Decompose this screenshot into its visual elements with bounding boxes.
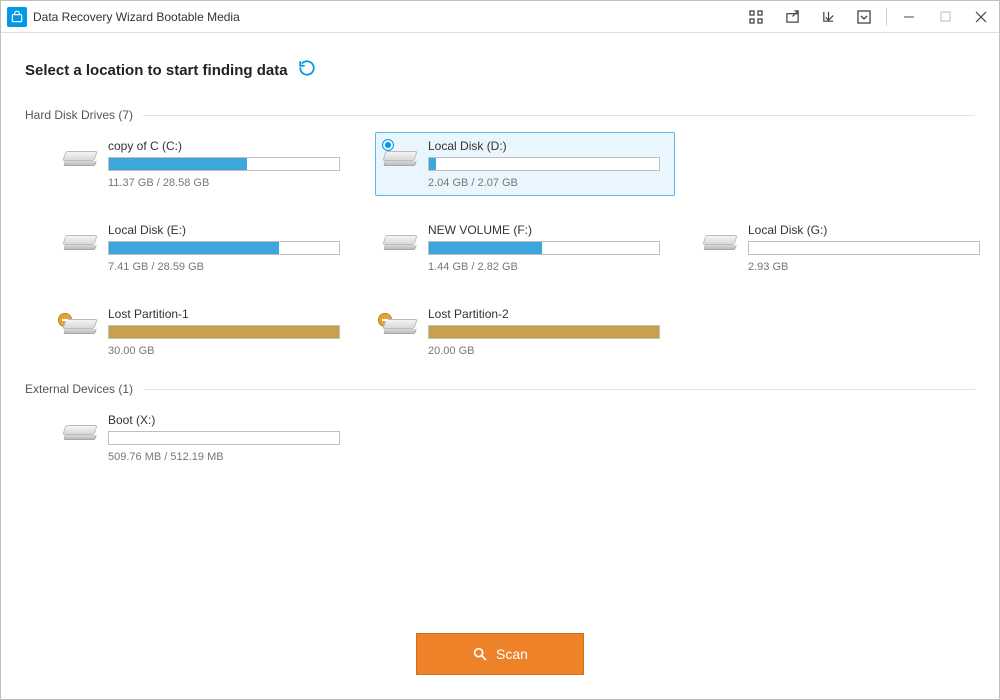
usage-fill — [429, 326, 659, 338]
section-title-external: External Devices (1) — [25, 382, 133, 396]
drive-f[interactable]: NEW VOLUME (F:) 1.44 GB / 2.82 GB — [375, 216, 675, 280]
refresh-icon[interactable] — [298, 59, 316, 82]
disk-icon — [382, 151, 418, 179]
app-icon — [7, 7, 27, 27]
drive-name: copy of C (C:) — [108, 139, 340, 153]
drive-body: NEW VOLUME (F:) 1.44 GB / 2.82 GB — [428, 223, 668, 273]
drive-x[interactable]: Boot (X:) 509.76 MB / 512.19 MB — [55, 406, 355, 470]
lost-disk-icon — [62, 319, 98, 347]
section-head-hdd: Hard Disk Drives (7) — [25, 108, 975, 122]
usage-bar — [108, 325, 340, 339]
usage-fill — [109, 326, 339, 338]
disk-icon — [62, 151, 98, 179]
external-grid: Boot (X:) 509.76 MB / 512.19 MB — [55, 406, 975, 470]
page-heading: Select a location to start finding data — [25, 62, 288, 79]
section-hdd: Hard Disk Drives (7) copy of C (C:) 11.3… — [25, 108, 975, 364]
drive-body: copy of C (C:) 11.37 GB / 28.58 GB — [108, 139, 348, 189]
export-icon[interactable] — [774, 1, 810, 33]
drive-stats: 2.04 GB / 2.07 GB — [428, 177, 660, 189]
usage-fill — [429, 158, 436, 170]
drive-stats: 11.37 GB / 28.58 GB — [108, 177, 340, 189]
drive-stats: 30.00 GB — [108, 345, 340, 357]
disk-icon — [62, 425, 98, 453]
usage-bar — [108, 241, 340, 255]
drive-body: Local Disk (E:) 7.41 GB / 28.59 GB — [108, 223, 348, 273]
footer: Scan — [1, 615, 999, 699]
close-button[interactable] — [963, 1, 999, 33]
titlebar: Data Recovery Wizard Bootable Media — [1, 1, 999, 33]
section-title-hdd: Hard Disk Drives (7) — [25, 108, 133, 122]
app-window: Data Recovery Wizard Bootable Media — [0, 0, 1000, 700]
disk-icon — [702, 235, 738, 263]
heading-row: Select a location to start finding data — [25, 59, 975, 82]
drive-body: Local Disk (D:) 2.04 GB / 2.07 GB — [428, 139, 668, 189]
drive-lost-2[interactable]: Lost Partition-2 20.00 GB — [375, 300, 675, 364]
minimize-button[interactable] — [891, 1, 927, 33]
disk-icon — [382, 235, 418, 263]
usage-bar — [428, 241, 660, 255]
titlebar-right — [738, 1, 999, 32]
drive-name: Local Disk (E:) — [108, 223, 340, 237]
hdd-grid: copy of C (C:) 11.37 GB / 28.58 GB Local… — [55, 132, 975, 364]
titlebar-left: Data Recovery Wizard Bootable Media — [1, 7, 240, 27]
search-icon — [472, 646, 488, 662]
content-area: Select a location to start finding data … — [1, 33, 999, 615]
grid-apps-icon[interactable] — [738, 1, 774, 33]
drive-body: Boot (X:) 509.76 MB / 512.19 MB — [108, 413, 348, 463]
lost-disk-icon — [382, 319, 418, 347]
usage-bar — [748, 241, 980, 255]
usage-bar — [428, 157, 660, 171]
drive-name: Lost Partition-1 — [108, 307, 340, 321]
section-external: External Devices (1) Boot (X:) 509.76 MB… — [25, 382, 975, 470]
section-divider — [143, 115, 975, 116]
drive-name: Local Disk (G:) — [748, 223, 980, 237]
usage-fill — [109, 158, 247, 170]
drive-stats: 7.41 GB / 28.59 GB — [108, 261, 340, 273]
usage-bar — [108, 431, 340, 445]
window-title: Data Recovery Wizard Bootable Media — [33, 10, 240, 24]
import-icon[interactable] — [810, 1, 846, 33]
drive-c[interactable]: copy of C (C:) 11.37 GB / 28.58 GB — [55, 132, 355, 196]
drive-body: Lost Partition-2 20.00 GB — [428, 307, 668, 357]
section-head-external: External Devices (1) — [25, 382, 975, 396]
drive-stats: 509.76 MB / 512.19 MB — [108, 451, 340, 463]
drive-name: Local Disk (D:) — [428, 139, 660, 153]
usage-fill — [429, 242, 542, 254]
maximize-button[interactable] — [927, 1, 963, 33]
drive-body: Lost Partition-1 30.00 GB — [108, 307, 348, 357]
usage-fill — [109, 242, 279, 254]
drive-body: Local Disk (G:) 2.93 GB — [748, 223, 988, 273]
drive-name: Boot (X:) — [108, 413, 340, 427]
usage-bar — [428, 325, 660, 339]
drive-name: NEW VOLUME (F:) — [428, 223, 660, 237]
drive-g[interactable]: Local Disk (G:) 2.93 GB — [695, 216, 995, 280]
drive-name: Lost Partition-2 — [428, 307, 660, 321]
drive-e[interactable]: Local Disk (E:) 7.41 GB / 28.59 GB — [55, 216, 355, 280]
drive-d[interactable]: Local Disk (D:) 2.04 GB / 2.07 GB — [375, 132, 675, 196]
drive-lost-1[interactable]: Lost Partition-1 30.00 GB — [55, 300, 355, 364]
drive-stats: 1.44 GB / 2.82 GB — [428, 261, 660, 273]
disk-icon — [62, 235, 98, 263]
scan-button[interactable]: Scan — [416, 633, 584, 675]
drive-stats: 2.93 GB — [748, 261, 980, 273]
usage-bar — [108, 157, 340, 171]
drive-stats: 20.00 GB — [428, 345, 660, 357]
section-divider — [143, 389, 975, 390]
radio-icon — [382, 139, 394, 151]
titlebar-separator — [886, 8, 887, 26]
scan-button-label: Scan — [496, 646, 528, 662]
dropdown-icon[interactable] — [846, 1, 882, 33]
